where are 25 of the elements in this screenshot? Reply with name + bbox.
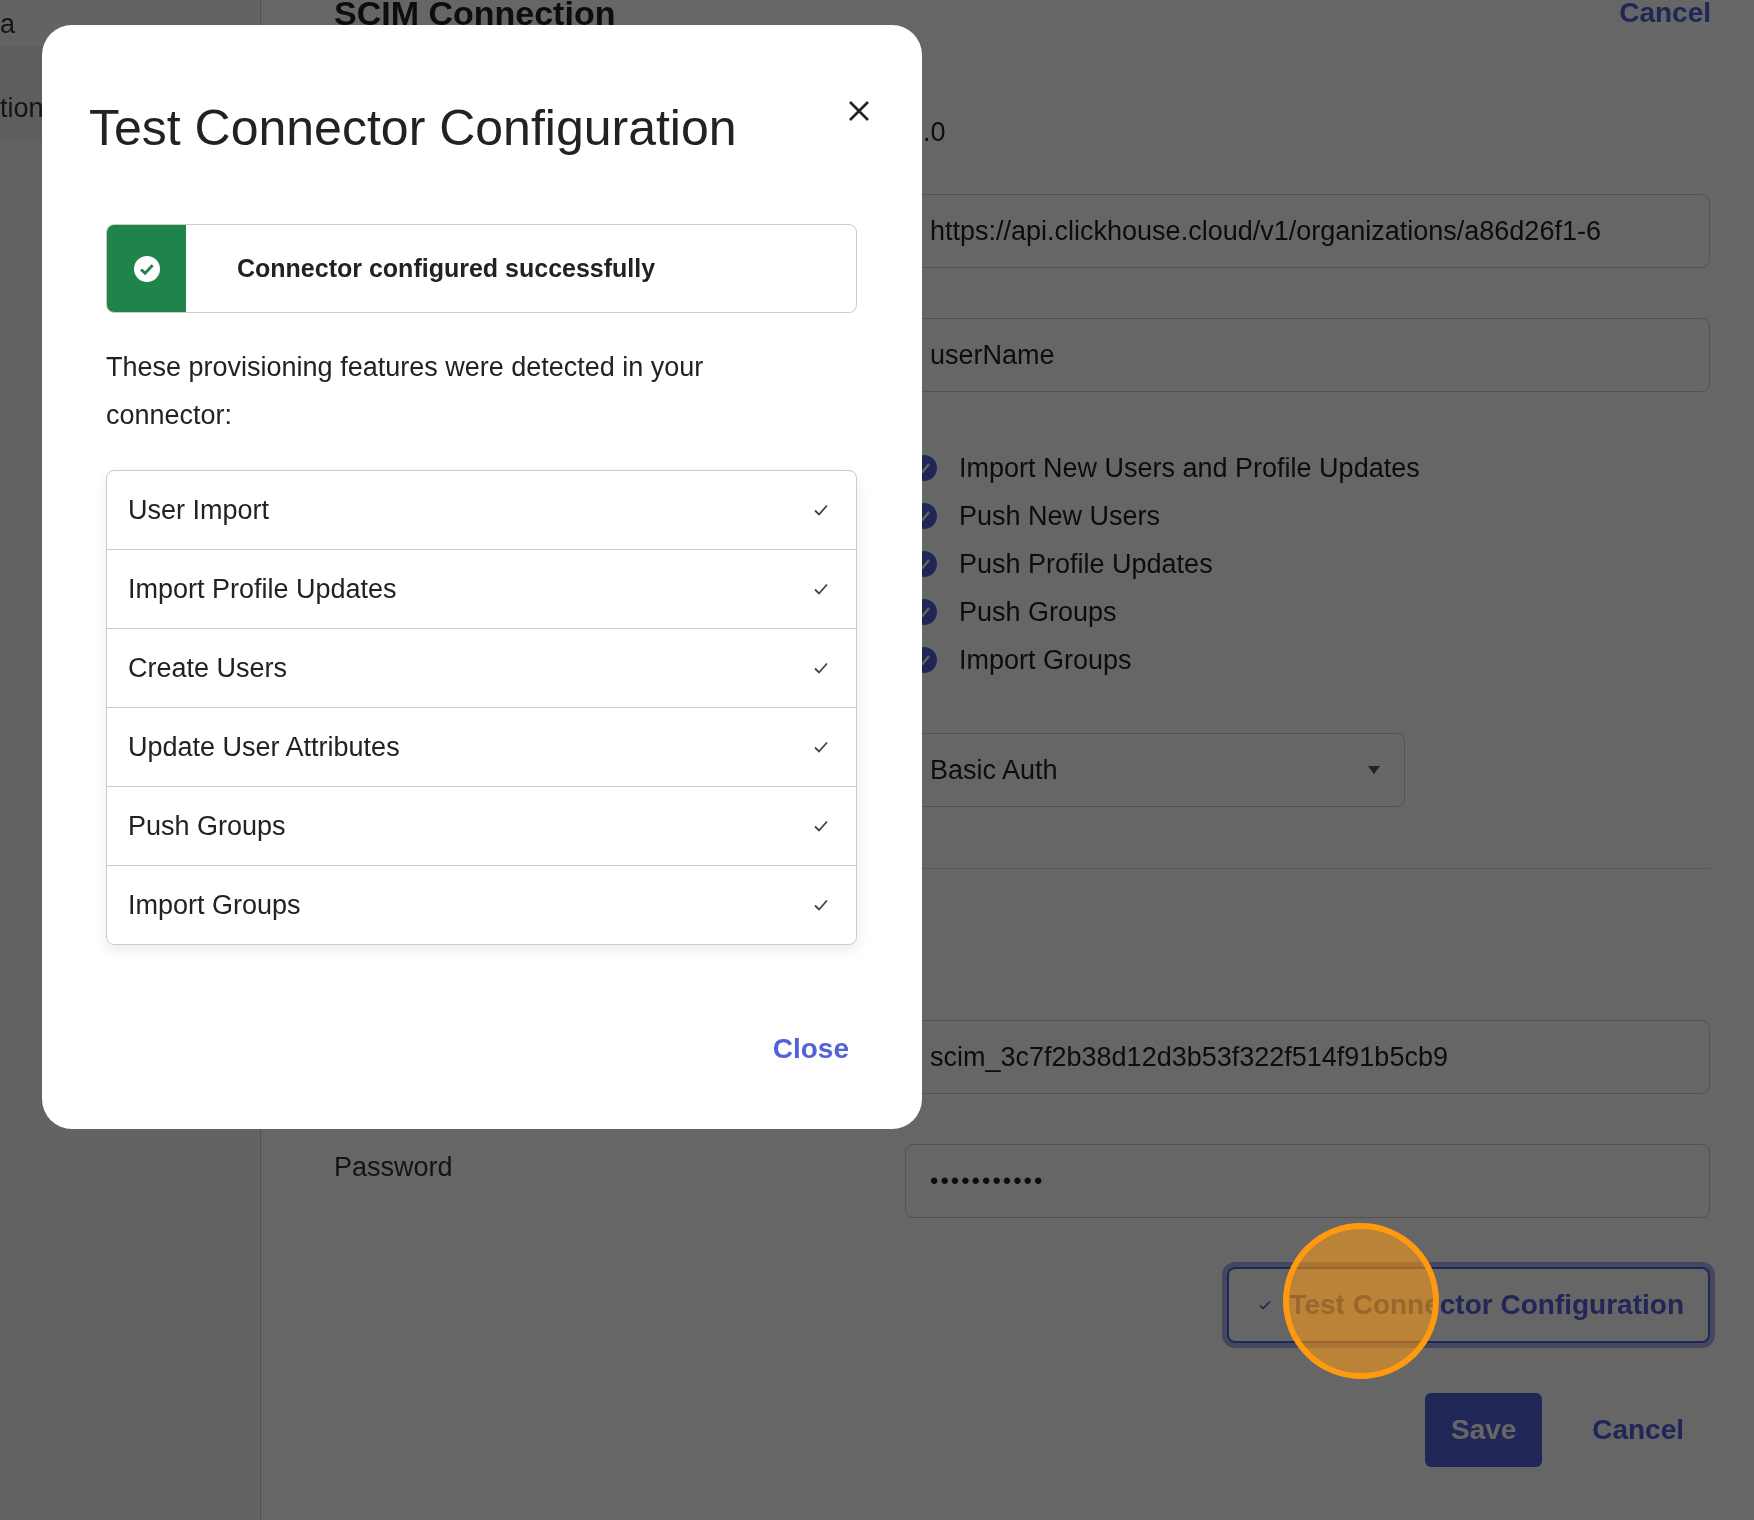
feature-label: Import Profile Updates [128, 573, 397, 605]
save-button[interactable]: Save [1425, 1393, 1543, 1467]
feature-label: Create Users [128, 652, 288, 684]
checkbox-label: Push New Users [959, 500, 1161, 532]
cancel-link[interactable]: Cancel [1592, 1414, 1684, 1446]
page-title: SCIM Connection [334, 0, 616, 33]
checkbox-label: Import New Users and Profile Updates [959, 452, 1420, 484]
version-text: .0 [922, 116, 946, 148]
checkbox-label: Import Groups [959, 644, 1132, 676]
close-icon[interactable] [847, 99, 871, 123]
feature-label: Import Groups [128, 889, 301, 921]
feature-label: Update User Attributes [128, 731, 400, 763]
modal-title: Test Connector Configuration [89, 100, 738, 156]
description-text: These provisioning features were detected in your connector: [106, 351, 705, 432]
cancel-link[interactable]: Cancel [1619, 0, 1711, 29]
checkbox-label: Push Groups [959, 596, 1117, 628]
checkbox-label: Push Profile Updates [959, 548, 1213, 580]
alert-message: Connector configured successfully [237, 254, 656, 283]
caret-icon [1368, 766, 1380, 774]
password-label: Password [334, 1152, 454, 1184]
feature-label: Push Groups [128, 810, 286, 842]
close-link[interactable]: Close [772, 1033, 849, 1065]
check-circle-icon [133, 255, 160, 282]
password-field[interactable]: ••••••••••• [905, 1144, 1710, 1218]
feature-label: User Import [128, 494, 270, 526]
